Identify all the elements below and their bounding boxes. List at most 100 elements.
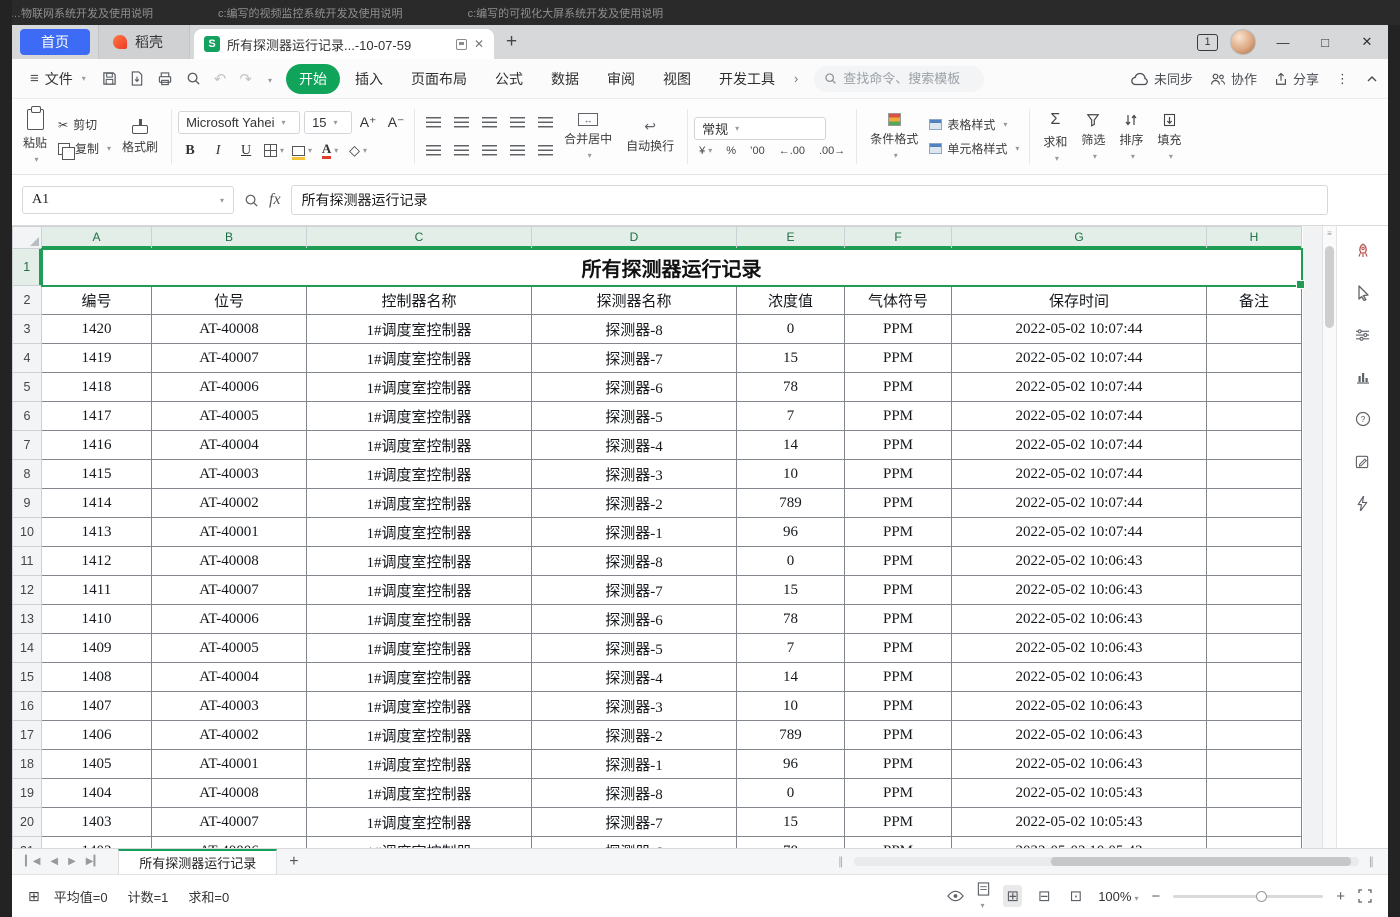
fill-button[interactable]: 填充 [1150,102,1188,171]
ribbon-tab-数据[interactable]: 数据 [538,64,592,94]
cell[interactable]: 789 [737,721,845,750]
cell[interactable]: 2022-05-02 10:07:44 [952,344,1207,373]
row-header-9[interactable]: 9 [13,489,42,518]
cell[interactable]: 2022-05-02 10:07:44 [952,402,1207,431]
cell[interactable]: 探测器-4 [532,663,737,692]
cell[interactable]: AT-40005 [152,402,307,431]
collaborate-button[interactable]: 协作 [1210,69,1257,88]
vertical-scrollbar[interactable]: ≡ [1322,226,1336,848]
cell[interactable]: 探测器-7 [532,576,737,605]
page-layout-view-icon[interactable]: ⊟ [1035,885,1054,907]
cell[interactable]: 1418 [42,373,152,402]
cell[interactable]: AT-40003 [152,460,307,489]
cell[interactable]: 1411 [42,576,152,605]
cell[interactable]: 1#调度室控制器 [307,750,532,779]
number-format-icon-3[interactable]: ←.00 [774,145,810,157]
scrollbar-split-handle[interactable]: ≡ [1323,229,1336,238]
cell[interactable] [1207,663,1302,692]
cell[interactable]: 探测器-6 [532,605,737,634]
cell[interactable]: 0 [737,779,845,808]
cell-style-button[interactable]: 单元格样式 [925,139,1023,158]
quickbar-more-icon[interactable] [265,70,272,88]
cell[interactable] [1207,460,1302,489]
page-break-view-icon[interactable]: ⊡ [1067,885,1086,907]
cell[interactable]: AT-40008 [152,315,307,344]
cell[interactable]: PPM [845,431,952,460]
cell[interactable]: 2022-05-02 10:06:43 [952,547,1207,576]
plugin-flash-icon[interactable] [1348,488,1378,518]
previous-sheet-icon[interactable]: ◀ [45,856,63,867]
cell[interactable]: PPM [845,547,952,576]
cell[interactable]: PPM [845,663,952,692]
cell[interactable]: 96 [737,518,845,547]
hscroll-splitter-icon[interactable]: ∥ [832,855,850,868]
cell[interactable]: 15 [737,576,845,605]
row-header-13[interactable]: 13 [13,605,42,634]
font-name-select[interactable]: Microsoft Yahei [178,111,300,134]
cell[interactable]: 1420 [42,315,152,344]
cell[interactable]: AT-40002 [152,721,307,750]
cell[interactable]: 2022-05-02 10:06:43 [952,692,1207,721]
cell[interactable]: AT-40002 [152,489,307,518]
number-format-select[interactable]: 常规 [694,117,826,140]
cell[interactable] [1207,402,1302,431]
cell[interactable]: AT-40007 [152,808,307,837]
home-button[interactable]: 首页 [20,29,90,55]
cell[interactable]: 1409 [42,634,152,663]
sheet-tab-active[interactable]: 所有探测器运行记录 [118,849,277,874]
more-options-icon[interactable]: ⋮ [1336,71,1349,87]
cell[interactable]: 2022-05-02 10:06:43 [952,750,1207,779]
hscroll-splitter-right-icon[interactable]: ∥ [1363,855,1381,868]
cell[interactable]: 探测器-7 [532,808,737,837]
cell[interactable] [1207,692,1302,721]
insert-function-icon[interactable]: fx [269,191,281,209]
row-header-16[interactable]: 16 [13,692,42,721]
cut-button[interactable]: ✂ 剪切 [54,115,115,134]
cell[interactable] [1207,605,1302,634]
cell[interactable]: AT-40001 [152,750,307,779]
cell[interactable]: 14 [737,431,845,460]
row-header-6[interactable]: 6 [13,402,42,431]
row-header-21[interactable]: 21 [13,837,42,849]
align-top-button[interactable] [421,111,445,134]
ribbon-tab-插入[interactable]: 插入 [342,64,396,94]
collapse-ribbon-icon[interactable] [1366,75,1378,83]
align-center-button[interactable] [449,139,473,162]
cell[interactable]: 78 [737,605,845,634]
maximize-button[interactable]: □ [1310,27,1340,57]
cell[interactable]: AT-40006 [152,837,307,849]
row-header-18[interactable]: 18 [13,750,42,779]
cell[interactable]: 探测器-3 [532,460,737,489]
align-left-button[interactable] [421,139,445,162]
tab-close-icon[interactable]: ✕ [474,37,484,51]
cell[interactable]: 789 [737,489,845,518]
cell[interactable]: 1#调度室控制器 [307,663,532,692]
header-cell[interactable]: 保存时间 [952,286,1207,315]
row-header-3[interactable]: 3 [13,315,42,344]
cell[interactable] [1207,315,1302,344]
cell[interactable]: 2022-05-02 10:06:43 [952,576,1207,605]
number-format-icon-1[interactable]: % [721,145,741,157]
cell[interactable]: 15 [737,808,845,837]
cell[interactable]: 1414 [42,489,152,518]
merge-center-button[interactable]: 合并居中 [557,102,619,171]
cell[interactable]: 1402 [42,837,152,849]
cell[interactable]: 1#调度室控制器 [307,837,532,849]
cell[interactable] [1207,837,1302,849]
cell[interactable]: 1#调度室控制器 [307,779,532,808]
minimize-button[interactable]: — [1268,27,1298,57]
cell[interactable]: 10 [737,692,845,721]
cell[interactable]: PPM [845,576,952,605]
cell[interactable]: 96 [737,750,845,779]
adjust-sliders-icon[interactable] [1348,320,1378,350]
cell[interactable]: 探测器-2 [532,489,737,518]
font-size-select[interactable]: 15 [304,111,352,134]
first-sheet-icon[interactable]: ▎◀ [20,856,45,867]
decrease-indent-button[interactable] [505,111,529,134]
cell[interactable]: 1408 [42,663,152,692]
ribbon-tab-页面布局[interactable]: 页面布局 [398,64,480,94]
horizontal-scrollbar[interactable] [854,857,1359,866]
cell[interactable]: PPM [845,460,952,489]
cell[interactable]: 14 [737,663,845,692]
cell[interactable]: 探测器-5 [532,634,737,663]
